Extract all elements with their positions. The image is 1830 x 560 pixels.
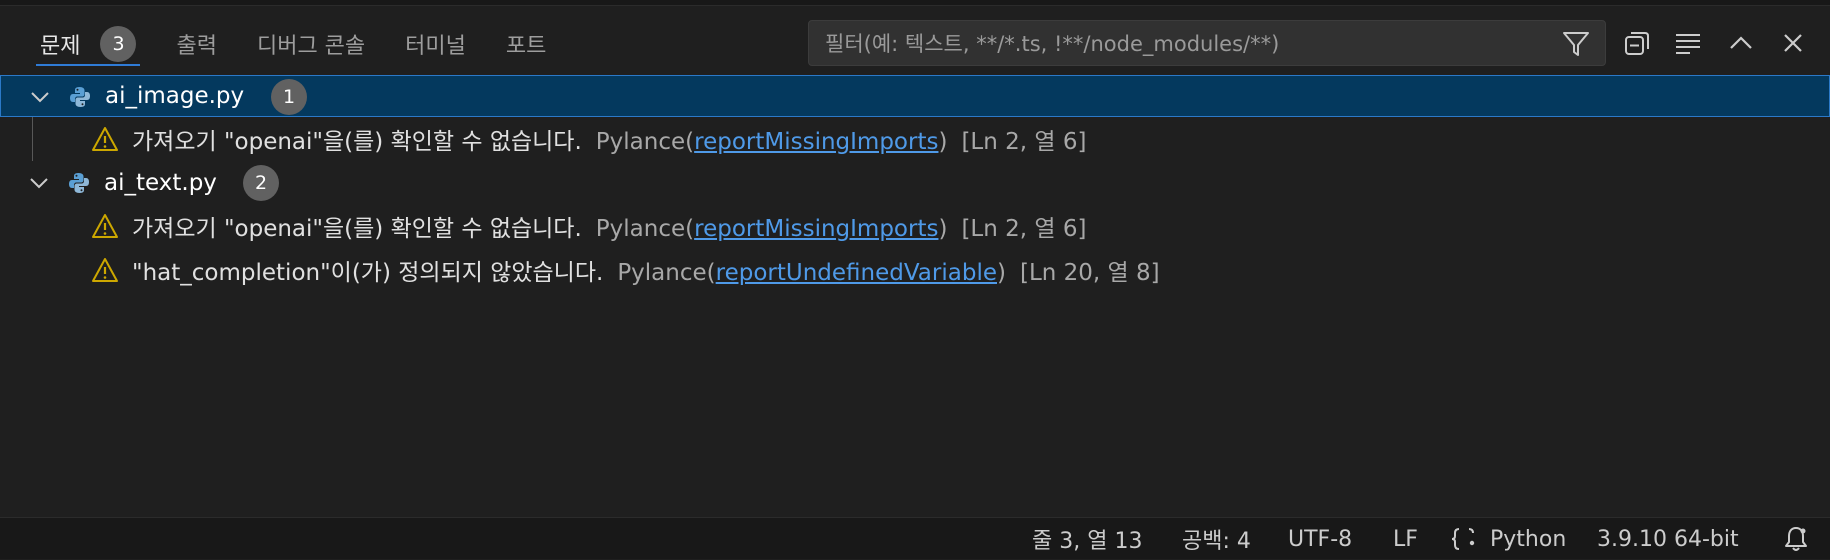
status-language[interactable]: Python bbox=[1450, 518, 1566, 560]
problem-message: "hat_completion"이(가) 정의되지 않았습니다. bbox=[132, 260, 604, 286]
panel-tabs: 문제 3 출력 디버그 콘솔 터미널 포트 bbox=[35, 24, 586, 66]
status-interpreter[interactable]: 3.9.10 64-bit bbox=[1597, 518, 1739, 560]
status-language-label: Python bbox=[1490, 526, 1567, 552]
problem-source: Pylance bbox=[595, 216, 686, 242]
status-encoding[interactable]: UTF-8 bbox=[1288, 518, 1352, 560]
status-indentation[interactable]: 공백: 4 bbox=[1182, 518, 1251, 560]
problem-code-link[interactable]: reportMissingImports bbox=[694, 216, 938, 242]
tab-ports-label: 포트 bbox=[505, 34, 547, 59]
tab-terminal[interactable]: 터미널 bbox=[405, 24, 466, 64]
problem-message: 가져오기 "openai"을(를) 확인할 수 없습니다. bbox=[132, 129, 582, 155]
file-problem-count-badge: 1 bbox=[271, 79, 307, 115]
filter-icon[interactable] bbox=[1561, 30, 1591, 58]
tab-problems[interactable]: 문제 3 bbox=[35, 24, 141, 66]
view-as-list-icon[interactable] bbox=[1673, 28, 1703, 58]
warning-icon bbox=[92, 214, 118, 238]
problem-source: Pylance bbox=[595, 129, 686, 155]
tab-debug-console-label: 디버그 콘솔 bbox=[256, 34, 366, 59]
tab-output[interactable]: 출력 bbox=[176, 24, 216, 64]
paren-close: ) bbox=[997, 260, 1006, 286]
panel-header: 문제 3 출력 디버그 콘솔 터미널 포트 bbox=[0, 6, 1830, 70]
language-braces-icon bbox=[1451, 528, 1475, 550]
filter-input[interactable] bbox=[823, 21, 1547, 67]
problem-message-line: 가져오기 "openai"을(를) 확인할 수 없습니다. Pylance(rep… bbox=[132, 122, 1086, 156]
tab-ports[interactable]: 포트 bbox=[506, 24, 546, 64]
tab-terminal-label: 터미널 bbox=[405, 34, 466, 59]
problem-row[interactable]: "hat_completion"이(가) 정의되지 않았습니다. Pylance(… bbox=[0, 248, 1830, 292]
tab-debug-console[interactable]: 디버그 콘솔 bbox=[257, 24, 365, 64]
chevron-up-icon[interactable] bbox=[1726, 28, 1756, 58]
problem-row[interactable]: 가져오기 "openai"을(를) 확인할 수 없습니다. Pylance(rep… bbox=[0, 117, 1830, 161]
problem-source: Pylance bbox=[617, 260, 707, 286]
problem-message-line: "hat_completion"이(가) 정의되지 않았습니다. Pylance(… bbox=[132, 253, 1160, 287]
chevron-down-icon[interactable] bbox=[28, 174, 50, 192]
problems-count-badge: 3 bbox=[100, 26, 137, 62]
notifications-bell[interactable] bbox=[1782, 518, 1810, 560]
python-file-icon bbox=[69, 173, 89, 193]
collapse-all-icon[interactable] bbox=[1622, 28, 1652, 58]
close-icon[interactable] bbox=[1778, 28, 1808, 58]
file-problem-count-badge: 2 bbox=[243, 165, 279, 201]
tree-indent-guide bbox=[32, 117, 33, 161]
problem-location: [Ln 2, 열 6] bbox=[961, 216, 1087, 242]
warning-icon bbox=[92, 127, 118, 151]
file-row-ai-text[interactable]: ai_text.py 2 bbox=[0, 162, 1830, 204]
tab-output-label: 출력 bbox=[176, 34, 217, 59]
problem-location: [Ln 20, 열 8] bbox=[1019, 260, 1160, 286]
paren-open: ( bbox=[685, 216, 695, 242]
paren-close: ) bbox=[938, 216, 948, 242]
file-row-ai-image[interactable]: ai_image.py 1 bbox=[0, 75, 1830, 117]
problem-row[interactable]: 가져오기 "openai"을(를) 확인할 수 없습니다. Pylance(rep… bbox=[0, 204, 1830, 248]
paren-close: ) bbox=[938, 129, 948, 155]
paren-open: ( bbox=[685, 129, 695, 155]
problem-code-link[interactable]: reportMissingImports bbox=[694, 129, 938, 155]
bell-icon bbox=[1785, 527, 1807, 551]
file-name: ai_image.py bbox=[105, 83, 245, 109]
paren-open: ( bbox=[706, 260, 716, 286]
file-name: ai_text.py bbox=[104, 170, 217, 196]
status-cursor-position[interactable]: 줄 3, 열 13 bbox=[1032, 518, 1142, 560]
chevron-down-icon[interactable] bbox=[29, 88, 51, 106]
status-bar: 줄 3, 열 13 공백: 4 UTF-8 LF Python 3.9.10 6… bbox=[0, 517, 1830, 559]
warning-icon bbox=[92, 258, 118, 282]
problem-code-link[interactable]: reportUndefinedVariable bbox=[716, 260, 997, 286]
problem-message-line: 가져오기 "openai"을(를) 확인할 수 없습니다. Pylance(rep… bbox=[132, 209, 1086, 243]
problems-tree: ai_image.py 1 가져오기 "openai"을(를) 확인할 수 없습… bbox=[0, 75, 1830, 292]
problems-filter bbox=[808, 20, 1606, 67]
python-file-icon bbox=[70, 87, 90, 107]
tab-problems-label: 문제 bbox=[40, 34, 81, 59]
status-eol[interactable]: LF bbox=[1393, 518, 1418, 560]
problem-location: [Ln 2, 열 6] bbox=[961, 129, 1087, 155]
problem-message: 가져오기 "openai"을(를) 확인할 수 없습니다. bbox=[132, 216, 582, 242]
